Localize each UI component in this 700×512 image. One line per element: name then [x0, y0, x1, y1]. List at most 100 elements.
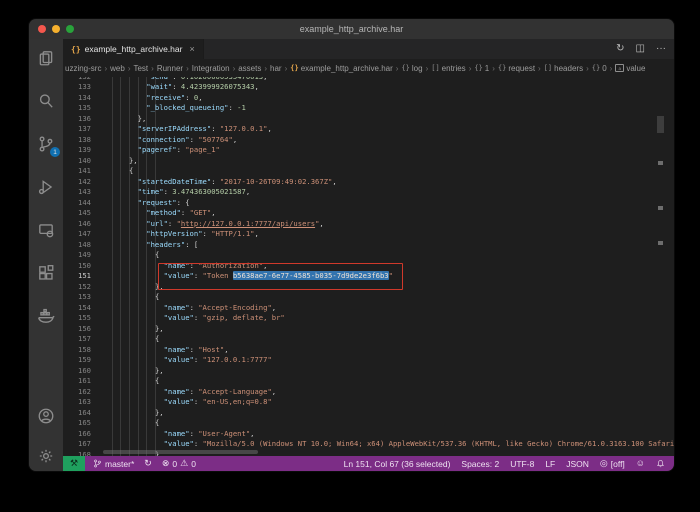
- settings-gear-icon[interactable]: [35, 445, 57, 467]
- minimize-window-button[interactable]: [52, 25, 60, 33]
- code-line[interactable]: 143 "time": 3.474363005021587,: [63, 187, 674, 198]
- notifications-bell-icon[interactable]: [656, 458, 665, 469]
- code-line[interactable]: 140 },: [63, 156, 674, 167]
- symbol-object-icon: {}: [592, 64, 600, 72]
- code-line[interactable]: 136 },: [63, 114, 674, 125]
- breadcrumb-item[interactable]: []headers: [544, 64, 583, 73]
- line-text: },: [103, 366, 164, 377]
- line-number: 139: [63, 145, 91, 156]
- breadcrumb-item[interactable]: avalue: [615, 64, 645, 73]
- git-branch-item[interactable]: master*: [93, 458, 134, 469]
- breadcrumb-item[interactable]: []entries: [431, 64, 465, 73]
- code-line[interactable]: 159 "value": "127.0.0.1:7777": [63, 355, 674, 366]
- code-line[interactable]: 155 "value": "gzip, deflate, br": [63, 313, 674, 324]
- breadcrumb-item[interactable]: {}request: [498, 64, 535, 73]
- line-text: "value": "Mozilla/5.0 (Windows NT 10.0; …: [103, 439, 674, 450]
- code-line[interactable]: 163 "value": "en-US,en;q=0.8": [63, 397, 674, 408]
- symbol-object-icon: {}: [474, 64, 482, 72]
- code-line[interactable]: 141 {: [63, 166, 674, 177]
- code-line[interactable]: 134 "receive": 0,: [63, 93, 674, 104]
- line-text: {: [103, 250, 159, 261]
- remote-explorer-icon[interactable]: [35, 219, 57, 241]
- split-editor-icon[interactable]: ◫: [636, 44, 645, 54]
- breadcrumb-item[interactable]: {}log: [401, 64, 422, 73]
- run-debug-icon[interactable]: [35, 176, 57, 198]
- code-line[interactable]: 157 {: [63, 334, 674, 345]
- breadcrumb-separator: ›: [492, 64, 495, 73]
- code-line[interactable]: 154 "name": "Accept-Encoding",: [63, 303, 674, 314]
- breadcrumb-item[interactable]: uzzing-src: [65, 64, 101, 73]
- code-line[interactable]: 135 "_blocked_queueing": -1: [63, 103, 674, 114]
- remote-indicator[interactable]: ⚒: [63, 456, 85, 471]
- breadcrumb-item[interactable]: Runner: [157, 64, 183, 73]
- problems-item[interactable]: ⊗ 0 ⚠ 0: [162, 459, 196, 469]
- tab-example-http-archive[interactable]: {} example_http_archive.har ×: [63, 39, 204, 59]
- code-line[interactable]: 156 },: [63, 324, 674, 335]
- breadcrumb-item[interactable]: har: [270, 64, 282, 73]
- code-line[interactable]: 162 "name": "Accept-Language",: [63, 387, 674, 398]
- code-line[interactable]: 164 },: [63, 408, 674, 419]
- code-line[interactable]: 165 {: [63, 418, 674, 429]
- close-window-button[interactable]: [38, 25, 46, 33]
- code-line[interactable]: 150 "name": "Authorization",: [63, 261, 674, 272]
- line-text: },: [103, 114, 146, 125]
- close-tab-icon[interactable]: ×: [189, 44, 194, 54]
- code-line[interactable]: 152 },: [63, 282, 674, 293]
- zoom-window-button[interactable]: [66, 25, 74, 33]
- search-icon[interactable]: [35, 90, 57, 112]
- breadcrumb-item[interactable]: {}example_http_archive.har: [290, 64, 393, 73]
- code-line[interactable]: 167 "value": "Mozilla/5.0 (Windows NT 10…: [63, 439, 674, 450]
- feedback-smiley-icon[interactable]: ☺: [636, 459, 645, 468]
- code-line[interactable]: 147 "httpVersion": "HTTP/1.1",: [63, 229, 674, 240]
- line-number: 148: [63, 240, 91, 251]
- sync-icon[interactable]: ↻: [616, 44, 624, 54]
- code-line[interactable]: 144 "request": {: [63, 198, 674, 209]
- cursor-position-item[interactable]: Ln 151, Col 67 (36 selected): [344, 459, 451, 469]
- code-line[interactable]: 153 {: [63, 292, 674, 303]
- accounts-icon[interactable]: [35, 405, 57, 427]
- code-line[interactable]: 161 {: [63, 376, 674, 387]
- code-line[interactable]: 158 "name": "Host",: [63, 345, 674, 356]
- breadcrumb-separator: ›: [538, 64, 541, 73]
- eol-item[interactable]: LF: [545, 459, 555, 469]
- vertical-scrollbar[interactable]: [657, 77, 664, 456]
- line-text: "value": "Token b5638ae7-6e77-4585-b035-…: [103, 271, 393, 282]
- source-control-icon[interactable]: 1: [35, 133, 57, 155]
- code-line[interactable]: 166 "name": "User-Agent",: [63, 429, 674, 440]
- code-line[interactable]: 145 "method": "GET",: [63, 208, 674, 219]
- code-line[interactable]: 139 "pageref": "page_1": [63, 145, 674, 156]
- vscode-window: example_http_archive.har 1: [28, 18, 675, 472]
- breadcrumb-item[interactable]: Integration: [192, 64, 230, 73]
- code-line[interactable]: 151 "value": "Token b5638ae7-6e77-4585-b…: [63, 271, 674, 282]
- screencast-item[interactable]: ◎ [off]: [600, 459, 625, 469]
- line-text: "name": "User-Agent",: [103, 429, 254, 440]
- line-number: 166: [63, 429, 91, 440]
- language-mode-item[interactable]: JSON: [566, 459, 589, 469]
- editor[interactable]: 132 "send": 0.10200000535470013,133 "wai…: [63, 77, 674, 456]
- encoding-item[interactable]: UTF-8: [510, 459, 534, 469]
- line-number: 153: [63, 292, 91, 303]
- more-actions-icon[interactable]: ···: [656, 44, 666, 54]
- breadcrumb-item[interactable]: {}0: [592, 64, 607, 73]
- horizontal-scrollbar[interactable]: [103, 450, 258, 454]
- breadcrumb-item[interactable]: assets: [238, 64, 261, 73]
- code-line[interactable]: 137 "serverIPAddress": "127.0.0.1",: [63, 124, 674, 135]
- line-number: 134: [63, 93, 91, 104]
- code-line[interactable]: 149 {: [63, 250, 674, 261]
- code-line[interactable]: 160 },: [63, 366, 674, 377]
- code-line[interactable]: 146 "url": "http://127.0.0.1:7777/api/us…: [63, 219, 674, 230]
- extensions-icon[interactable]: [35, 262, 57, 284]
- breadcrumb-item[interactable]: web: [110, 64, 125, 73]
- scrollbar-thumb[interactable]: [657, 116, 664, 133]
- sync-changes-icon[interactable]: ↻: [144, 459, 152, 468]
- line-number: 162: [63, 387, 91, 398]
- code-line[interactable]: 148 "headers": [: [63, 240, 674, 251]
- breadcrumb-item[interactable]: Test: [133, 64, 148, 73]
- explorer-icon[interactable]: [35, 47, 57, 69]
- docker-icon[interactable]: [35, 305, 57, 327]
- code-line[interactable]: 133 "wait": 4.423999926075343,: [63, 82, 674, 93]
- breadcrumb-item[interactable]: {}1: [474, 64, 489, 73]
- code-line[interactable]: 138 "connection": "507764",: [63, 135, 674, 146]
- indentation-item[interactable]: Spaces: 2: [461, 459, 499, 469]
- code-line[interactable]: 142 "startedDateTime": "2017-10-26T09:49…: [63, 177, 674, 188]
